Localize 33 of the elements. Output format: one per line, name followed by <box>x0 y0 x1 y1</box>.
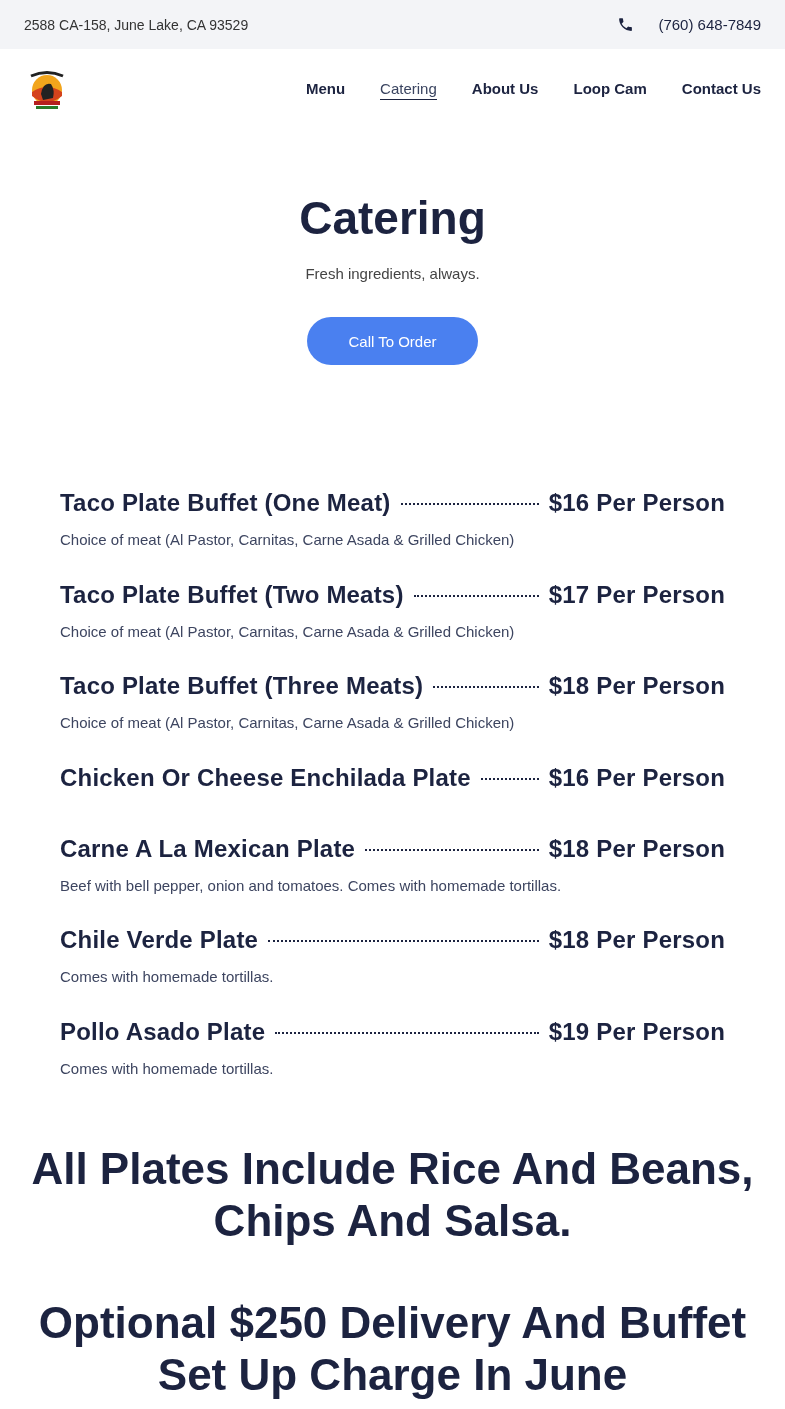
menu-item-name: Taco Plate Buffet (One Meat) <box>60 489 391 517</box>
menu-item-description: Choice of meat (Al Pastor, Carnitas, Carne Asada & Grilled Chicken) <box>60 531 516 548</box>
menu-item-price: $16 Per Person <box>548 489 725 517</box>
menu-item-price: $17 Per Person <box>548 580 725 609</box>
menu-item-description: Choice of meat (Al Pastor, Carnitas, Carne Asada & Grilled Chicken) <box>60 622 516 640</box>
menu-item-description: Comes with homemade tortillas. <box>60 968 275 985</box>
nav-link[interactable]: Menu <box>305 80 346 100</box>
menu-item-name: Taco Plate Buffet (Two Meats) <box>60 580 404 609</box>
menu-item-name: Chile Verde Plate <box>60 926 259 954</box>
page-title: Catering <box>299 191 486 245</box>
menu-item-price: $18 Per Person <box>548 834 725 863</box>
subtitle-text: Fresh ingredients, always. <box>305 265 480 282</box>
menu-item-name: Taco Plate Buffet (Three Meats) <box>60 672 424 700</box>
menu-item-price: $18 Per Person <box>548 926 725 954</box>
menu-item-description: Beef with bell pepper, onion and tomatoes. Comes with homemade tortillas. <box>60 876 563 894</box>
call-to-order-button[interactable]: Call To Order <box>307 317 478 365</box>
notice-heading: Optional $250 Delivery And Buffet Set Up Charge In June <box>37 1297 748 1401</box>
phone-link[interactable]: (760) 648-7849 <box>658 16 761 33</box>
notice-heading: All Plates Include Rice And Beans, Chips And Salsa. <box>30 1143 755 1247</box>
menu-item-price: $16 Per Person <box>548 763 725 792</box>
menu-item-name: Carne A La Mexican Plate <box>60 834 356 863</box>
menu-item-name: Chicken Or Cheese Enchilada Plate <box>60 763 471 792</box>
menu-item-price: $18 Per Person <box>548 672 725 700</box>
menu-item-description: Comes with homemade tortillas. <box>60 1059 275 1077</box>
nav-link[interactable]: Loop Cam <box>573 80 647 100</box>
menu-item-description: Choice of meat (Al Pastor, Carnitas, Carne Asada & Grilled Chicken) <box>60 714 516 731</box>
address-text: 2588 CA-158, June Lake, CA 93529 <box>24 16 249 33</box>
phone-icon <box>617 16 635 33</box>
menu-item-name: Pollo Asado Plate <box>60 1017 266 1046</box>
nav-link[interactable]: Catering <box>380 80 437 100</box>
nav-link[interactable]: About Us <box>471 80 539 100</box>
menu-item-price: $19 Per Person <box>548 1017 725 1046</box>
nav-link[interactable]: Contact Us <box>681 80 761 100</box>
